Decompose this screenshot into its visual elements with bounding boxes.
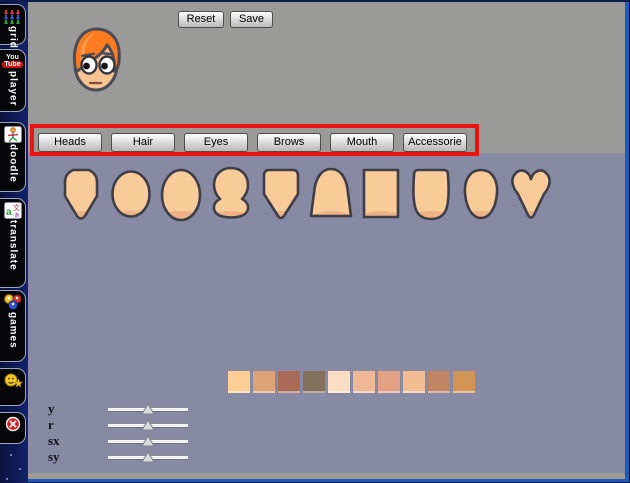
slider-row-sy: sy [28, 449, 248, 465]
skin-swatch-4[interactable] [303, 371, 325, 393]
skin-swatch-7[interactable] [378, 371, 400, 393]
save-button[interactable]: Save [230, 11, 273, 28]
category-button-eyes[interactable]: Eyes [184, 133, 248, 152]
slider-row-r: r [28, 417, 248, 433]
close-icon [2, 415, 24, 433]
head-shape-snowman[interactable] [208, 166, 254, 228]
window-bottom-border [28, 479, 629, 482]
sidebar-tab-games[interactable]: games [0, 290, 26, 362]
skin-swatch-5[interactable] [328, 371, 350, 393]
sidebar-tab-grid[interactable]: grid [0, 4, 26, 49]
slider-track-sx[interactable] [108, 435, 188, 447]
category-button-hair[interactable]: Hair [111, 133, 175, 152]
head-shape-egg[interactable] [158, 166, 204, 228]
sidebar-tab-translate[interactable]: a 文ぁ translate [0, 198, 26, 288]
avatar-preview [73, 27, 121, 92]
slider-row-y: y [28, 401, 248, 417]
slider-label-sy: sy [48, 449, 60, 464]
star-speck [6, 478, 8, 480]
slider-track-sy[interactable] [108, 451, 188, 463]
head-shape-hexagon[interactable] [58, 166, 104, 228]
head-shape-heart[interactable] [508, 166, 554, 228]
skin-swatch-2[interactable] [253, 371, 275, 393]
sidebar-tab-label: grid [7, 26, 19, 49]
doodle-figure-icon [2, 125, 24, 143]
slider-track-y[interactable] [108, 403, 188, 415]
sidebar-tab-doodle[interactable]: doodle [0, 122, 26, 192]
people-grid-icon [2, 7, 24, 25]
skin-swatch-row [228, 371, 475, 393]
slider-row-sx: sx [28, 433, 248, 449]
skin-swatch-6[interactable] [353, 371, 375, 393]
reset-button[interactable]: Reset [178, 11, 224, 28]
head-shape-shield[interactable] [258, 166, 304, 228]
slider-label-sx: sx [48, 433, 60, 448]
translate-icon: a文ぁ [2, 201, 24, 219]
skin-swatch-3[interactable] [278, 371, 300, 393]
category-button-mouth[interactable]: Mouth [330, 133, 394, 152]
avatar-right-pupil [101, 62, 108, 70]
billiard-balls-icon [2, 293, 24, 311]
star-speck [19, 468, 21, 470]
slider-thumb-sy[interactable] [141, 450, 155, 468]
avatar-right-brow [100, 51, 115, 56]
slider-label-y: y [48, 401, 55, 416]
avatar-creator-window: grid You Tube player doodle a 文ぁ translate games… [0, 0, 630, 483]
svg-text:ぁ: ぁ [14, 213, 20, 219]
category-button-heads[interactable]: Heads [38, 133, 102, 152]
window-right-border [625, 2, 629, 481]
skin-swatch-9[interactable] [428, 371, 450, 393]
slider-label-r: r [48, 417, 54, 432]
head-shape-dome[interactable] [308, 166, 354, 228]
sidebar-tab-label: translate [7, 220, 19, 271]
sidebar: grid You Tube player doodle a 文ぁ translate games [0, 2, 28, 483]
skin-swatch-1[interactable] [228, 371, 250, 393]
sidebar-tab-player[interactable]: You Tube player [0, 49, 26, 112]
star-speck [10, 454, 12, 456]
sidebar-tab-emotes[interactable] [0, 368, 26, 406]
skin-swatch-8[interactable] [403, 371, 425, 393]
sidebar-tab-label: player [7, 71, 19, 107]
sidebar-tab-close[interactable] [0, 412, 26, 444]
sidebar-tab-label: doodle [7, 144, 19, 183]
category-button-brows[interactable]: Brows [257, 133, 321, 152]
head-shape-rounded-square[interactable] [408, 166, 454, 228]
svg-text:a: a [6, 207, 12, 218]
smiley-star-icon [2, 371, 24, 389]
sidebar-tab-label: games [7, 312, 19, 349]
head-shape-circle[interactable] [108, 166, 154, 228]
head-shape-square[interactable] [358, 166, 404, 228]
slider-track-r[interactable] [108, 419, 188, 431]
category-button-accessorie[interactable]: Accessorie [403, 133, 467, 152]
svg-text:文: 文 [13, 203, 20, 212]
youtube-icon: You Tube [2, 54, 23, 68]
head-shape-teardrop[interactable] [458, 166, 504, 228]
skin-swatch-10[interactable] [453, 371, 475, 393]
avatar-left-pupil [83, 62, 90, 70]
